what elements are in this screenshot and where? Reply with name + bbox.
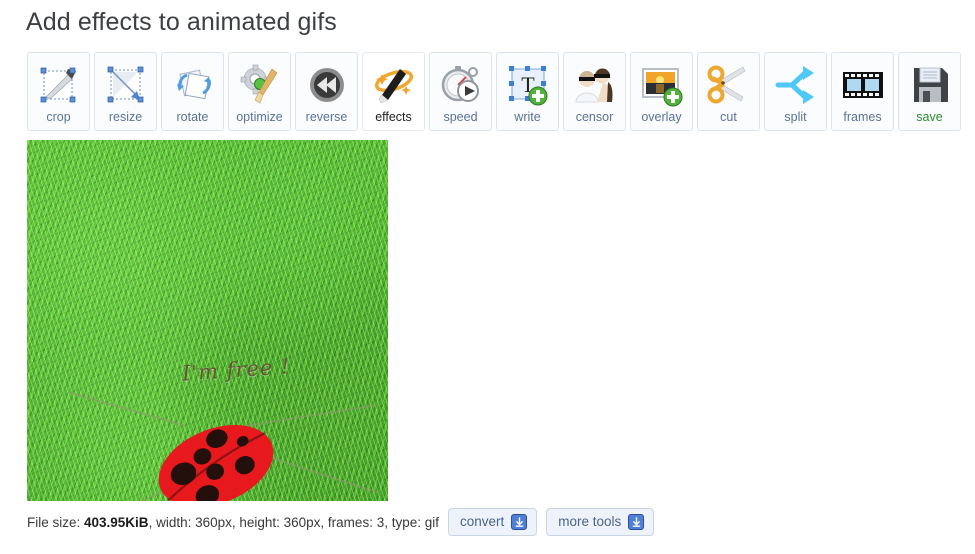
optimize-icon [236,62,284,108]
write-icon: T [504,62,552,108]
app-page: Add effects to animated gifs crop resize… [0,0,975,554]
file-size-prefix: File size: [27,514,85,530]
tool-button-write[interactable]: T write [496,52,559,131]
tool-toolbar: crop resize rotate optimize reverse effe… [27,52,961,131]
gif-preview[interactable]: I'm free ! [27,140,388,501]
more-tools-button[interactable]: more tools [546,508,655,536]
tool-button-crop[interactable]: crop [27,52,90,131]
tool-label: reverse [305,110,348,124]
tool-button-rotate[interactable]: rotate [161,52,224,131]
tool-label: frames [843,110,882,124]
censor-icon [571,62,619,108]
overlay-icon [638,62,686,108]
crop-icon [35,62,83,108]
tool-button-optimize[interactable]: optimize [228,52,291,131]
speed-icon [437,62,485,108]
tool-label: rotate [176,110,209,124]
status-bar: File size: 403.95KiB, width: 360px, heig… [27,508,655,536]
download-arrow-icon [511,514,528,530]
tool-label: optimize [236,110,283,124]
tool-label: split [784,110,807,124]
reverse-icon [303,62,351,108]
split-icon [772,62,820,108]
convert-button[interactable]: convert [447,508,538,536]
tool-button-save[interactable]: save [898,52,961,131]
tool-button-reverse[interactable]: reverse [295,52,358,131]
resize-icon [102,62,150,108]
tool-label: overlay [641,110,682,124]
tool-button-censor[interactable]: censor [563,52,626,131]
cut-icon [705,62,753,108]
tool-label: censor [575,110,614,124]
tool-button-speed[interactable]: speed [429,52,492,131]
frames-icon [839,62,887,108]
effects-icon [370,62,418,108]
tool-label: resize [108,110,143,124]
tool-button-cut[interactable]: cut [697,52,760,131]
tool-label: cut [720,110,737,124]
file-info-text: File size: 403.95KiB, width: 360px, heig… [27,515,439,530]
rotate-icon [169,62,217,108]
tool-label: effects [375,110,412,124]
tool-button-overlay[interactable]: overlay [630,52,693,131]
tool-label: save [916,110,943,124]
tool-button-frames[interactable]: frames [831,52,894,131]
file-dimension-details: , width: 360px, height: 360px, frames: 3… [148,514,439,530]
tool-button-effects[interactable]: effects [362,52,425,131]
tool-label: write [514,110,541,124]
tool-label: speed [443,110,478,124]
save-icon [906,62,954,108]
tool-button-split[interactable]: split [764,52,827,131]
tool-label: crop [46,110,71,124]
file-size-value: 403.95KiB [84,514,149,530]
page-title: Add effects to animated gifs [26,8,337,36]
more-tools-label: more tools [558,514,622,530]
download-arrow-icon [628,514,645,530]
convert-label: convert [459,514,505,530]
tool-button-resize[interactable]: resize [94,52,157,131]
